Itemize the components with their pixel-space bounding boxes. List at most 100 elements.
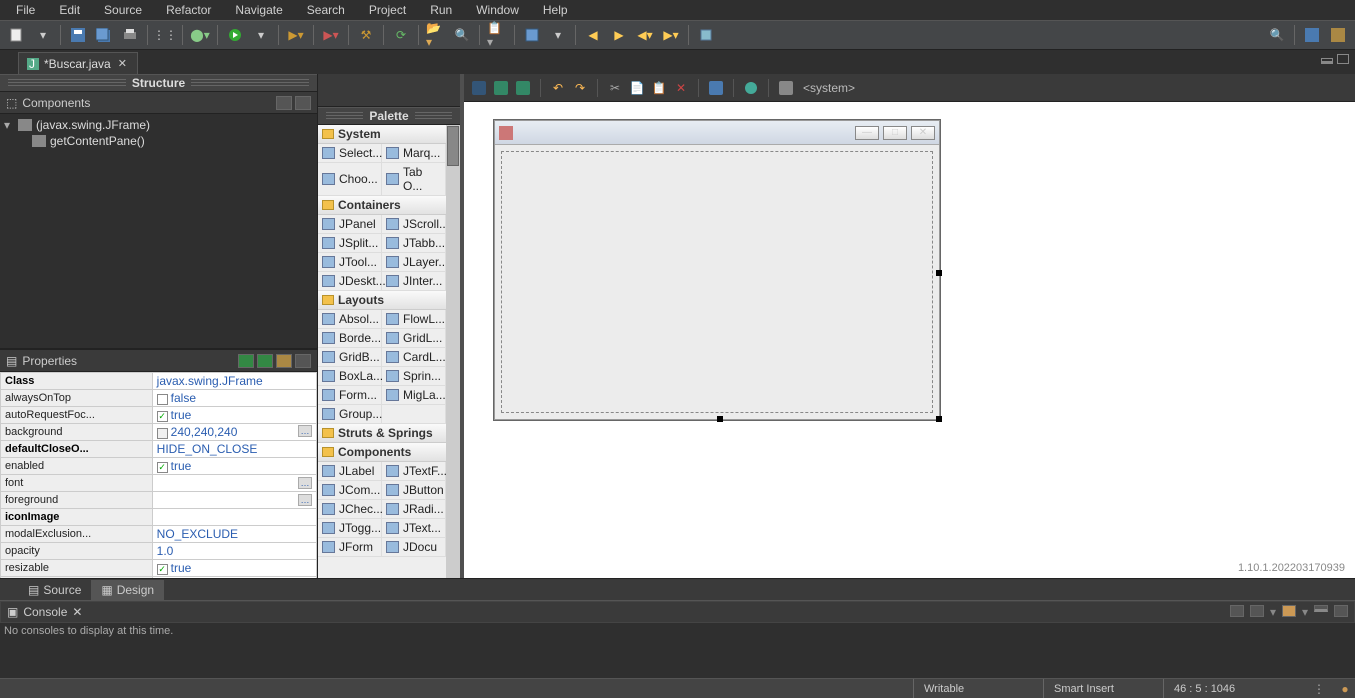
prop-key[interactable]: autoRequestFoc...: [1, 407, 153, 424]
run-last-icon[interactable]: ▶▾: [321, 25, 341, 45]
palette-item[interactable]: Choo...: [318, 163, 382, 196]
prop-value[interactable]: ✓true: [152, 560, 316, 577]
palette-item[interactable]: JLayer...: [382, 253, 446, 272]
menu-run[interactable]: Run: [418, 1, 464, 19]
build-icon[interactable]: ⚒: [356, 25, 376, 45]
palette-item[interactable]: JText...: [382, 519, 446, 538]
print-icon[interactable]: [120, 25, 140, 45]
maximize-view-icon[interactable]: [1337, 54, 1349, 64]
palette-item[interactable]: JTool...: [318, 253, 382, 272]
editor-tab[interactable]: J *Buscar.java ✕: [18, 52, 138, 74]
palette-item[interactable]: JInter...: [382, 272, 446, 291]
palette-item[interactable]: Sprin...: [382, 367, 446, 386]
prop-value[interactable]: ✓true: [152, 458, 316, 475]
prop-value[interactable]: HIDE_ON_CLOSE: [152, 441, 316, 458]
source-tab[interactable]: ▤ Source: [18, 580, 91, 600]
save-icon[interactable]: [68, 25, 88, 45]
prop-key[interactable]: defaultCloseO...: [1, 441, 153, 458]
palette-item[interactable]: JForm: [318, 538, 382, 557]
run-dropdown-icon[interactable]: ▾: [251, 25, 271, 45]
palette-item[interactable]: JTabb...: [382, 234, 446, 253]
palette-item[interactable]: Select...: [318, 144, 382, 163]
expand-arrow-icon[interactable]: ▾: [4, 118, 14, 132]
close-button[interactable]: ✕: [911, 126, 935, 140]
ext-tools-icon[interactable]: [522, 25, 542, 45]
pin-icon[interactable]: [696, 25, 716, 45]
menu-help[interactable]: Help: [531, 1, 580, 19]
back-icon[interactable]: ◀: [583, 25, 603, 45]
fwd-icon[interactable]: ▶: [609, 25, 629, 45]
prop-value[interactable]: [152, 509, 316, 526]
prop-value[interactable]: false: [152, 390, 316, 407]
system-laf-label[interactable]: <system>: [803, 81, 855, 95]
prop-tool3-icon[interactable]: [276, 354, 292, 368]
prop-more-button[interactable]: …: [298, 425, 312, 437]
tree-root[interactable]: ▾ (javax.swing.JFrame): [4, 117, 313, 133]
palette-item[interactable]: JLabel: [318, 462, 382, 481]
refresh-icon[interactable]: ⟳: [391, 25, 411, 45]
properties-grid[interactable]: Classjavax.swing.JFramealwaysOnTopfalsea…: [0, 372, 317, 578]
palette-item[interactable]: JDocu: [382, 538, 446, 557]
prop-key[interactable]: enabled: [1, 458, 153, 475]
palette-item[interactable]: Group...: [318, 405, 382, 424]
prop-key[interactable]: alwaysOnTop: [1, 390, 153, 407]
palette-item[interactable]: JButton: [382, 481, 446, 500]
palette-item[interactable]: CardL...: [382, 348, 446, 367]
prop-value[interactable]: …: [152, 492, 316, 509]
new-icon[interactable]: [7, 25, 27, 45]
prop-key[interactable]: tab order: [1, 577, 153, 579]
prop-value[interactable]: …: [152, 475, 316, 492]
palette-item[interactable]: GridL...: [382, 329, 446, 348]
open-task-icon[interactable]: 📋▾: [487, 25, 507, 45]
palette-body[interactable]: SystemSelect...Marq...Choo...Tab O...Con…: [318, 125, 460, 578]
dt-laf-icon[interactable]: [777, 79, 795, 97]
prop-value[interactable]: [152, 577, 316, 579]
palette-item[interactable]: Absol...: [318, 310, 382, 329]
back2-icon[interactable]: ◀▾: [635, 25, 655, 45]
dt-undo2-icon[interactable]: ↶: [549, 79, 567, 97]
debug-dropdown-icon[interactable]: ⬤▾: [190, 25, 210, 45]
menu-search[interactable]: Search: [295, 1, 357, 19]
new-dropdown-icon[interactable]: ▾: [33, 25, 53, 45]
prop-tool4-icon[interactable]: [295, 354, 311, 368]
dt-test-icon[interactable]: [492, 79, 510, 97]
console-min-icon[interactable]: [1314, 605, 1328, 612]
menu-edit[interactable]: Edit: [47, 1, 92, 19]
prop-value[interactable]: javax.swing.JFrame: [152, 373, 316, 390]
coverage-icon[interactable]: ▶▾: [286, 25, 306, 45]
prop-more-button[interactable]: …: [298, 494, 312, 506]
close-tab-icon[interactable]: ✕: [116, 57, 129, 70]
component-tree[interactable]: ▾ (javax.swing.JFrame) getContentPane(): [0, 114, 317, 348]
close-console-icon[interactable]: ✕: [72, 605, 82, 619]
menu-navigate[interactable]: Navigate: [223, 1, 294, 19]
palette-item[interactable]: JSplit...: [318, 234, 382, 253]
palette-item[interactable]: JTogg...: [318, 519, 382, 538]
palette-item[interactable]: JDeskt...: [318, 272, 382, 291]
palette-item[interactable]: JTextF...: [382, 462, 446, 481]
search-icon[interactable]: 🔍: [452, 25, 472, 45]
palette-category[interactable]: Containers: [318, 196, 446, 215]
palette-item[interactable]: BoxLa...: [318, 367, 382, 386]
palette-item[interactable]: JScroll...: [382, 215, 446, 234]
palette-category[interactable]: System: [318, 125, 446, 144]
prop-value[interactable]: NO_EXCLUDE: [152, 526, 316, 543]
palette-category[interactable]: Components: [318, 443, 446, 462]
palette-item[interactable]: JRadi...: [382, 500, 446, 519]
minimize-view-icon[interactable]: [1321, 58, 1333, 64]
palette-item[interactable]: Tab O...: [382, 163, 446, 196]
dt-cut-icon[interactable]: ✂: [606, 79, 624, 97]
status-overflow-icon[interactable]: ⋮: [1303, 682, 1335, 696]
save-all-icon[interactable]: [94, 25, 114, 45]
prop-key[interactable]: iconImage: [1, 509, 153, 526]
open-type-icon[interactable]: 📂▾: [426, 25, 446, 45]
menu-project[interactable]: Project: [357, 1, 418, 19]
console-open-icon[interactable]: [1282, 605, 1296, 617]
console-display-icon[interactable]: [1250, 605, 1264, 617]
design-canvas[interactable]: — □ ✕ 1.10.1.202203170939: [464, 102, 1355, 578]
palette-item[interactable]: GridB...: [318, 348, 382, 367]
prop-more-button[interactable]: …: [298, 477, 312, 489]
dt-paste-icon[interactable]: 📋: [650, 79, 668, 97]
palette-category[interactable]: Layouts: [318, 291, 446, 310]
prop-key[interactable]: resizable: [1, 560, 153, 577]
tree-child[interactable]: getContentPane(): [4, 133, 313, 149]
